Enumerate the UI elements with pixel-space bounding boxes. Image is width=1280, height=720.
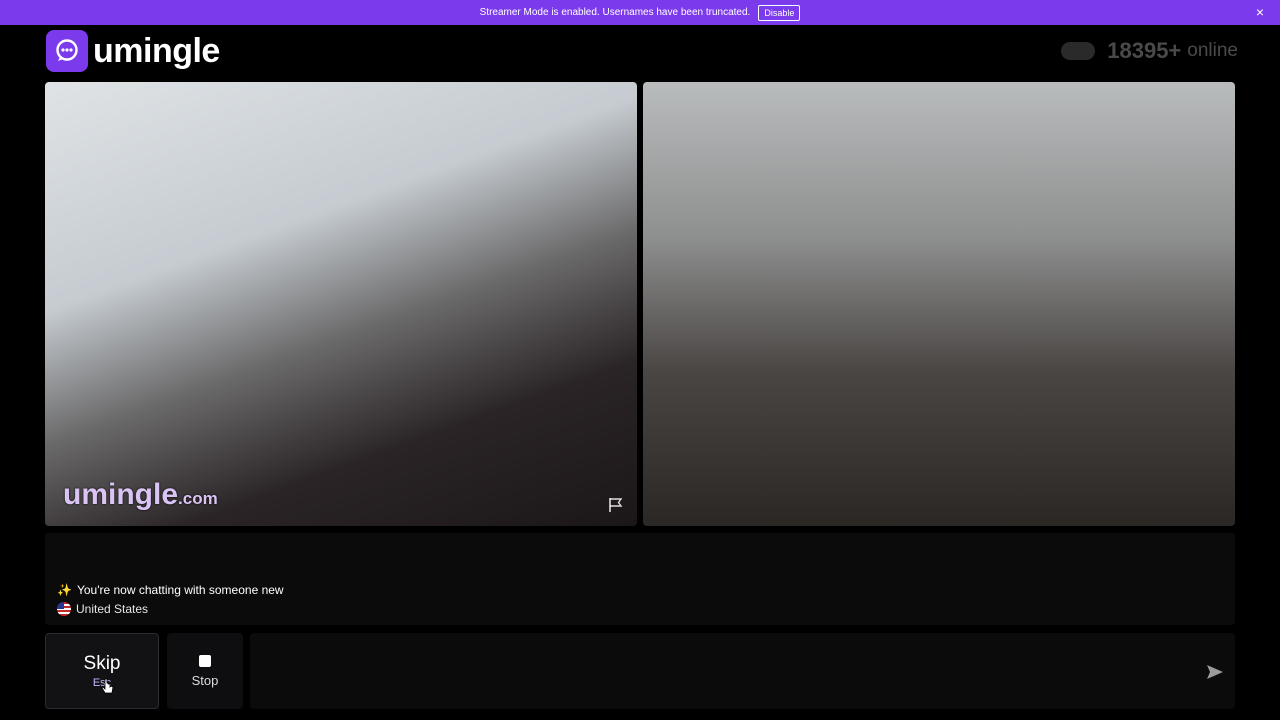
- send-icon[interactable]: [1204, 661, 1226, 683]
- stranger-video: umingle.com: [45, 82, 637, 526]
- stop-button[interactable]: Stop: [167, 633, 243, 709]
- watermark-text: umingle: [63, 478, 179, 511]
- skip-label: Skip: [83, 653, 121, 674]
- streamer-mode-banner: Streamer Mode is enabled. Usernames have…: [0, 0, 1280, 25]
- streamer-toggle[interactable]: [1061, 42, 1096, 60]
- online-count: 18395+: [1107, 38, 1182, 63]
- flag-icon[interactable]: [607, 496, 625, 514]
- mouse-cursor-icon: [101, 678, 114, 694]
- banner-message: Streamer Mode is enabled. Usernames have…: [479, 7, 751, 18]
- chat-status: ✨ You're now chatting with someone new U…: [57, 583, 284, 616]
- stop-label: Stop: [191, 672, 219, 688]
- stop-icon: [199, 654, 211, 667]
- country-text: United States: [76, 602, 149, 616]
- chat-log: ✨ You're now chatting with someone new U…: [45, 533, 1235, 625]
- online-counter: 18395+ online: [1061, 38, 1238, 64]
- sparkle-icon: ✨: [57, 583, 72, 597]
- online-label: online: [1187, 40, 1238, 61]
- video-watermark: umingle.com: [63, 478, 218, 512]
- message-input[interactable]: [250, 633, 1235, 709]
- skip-button[interactable]: Skip Esc: [45, 633, 159, 709]
- close-icon[interactable]: ×: [1252, 4, 1268, 20]
- watermark-suffix: .com: [178, 489, 218, 508]
- disable-streamer-mode-button[interactable]: Disable: [758, 4, 801, 21]
- flag-us-icon: [57, 602, 71, 616]
- status-text: You're now chatting with someone new: [76, 583, 284, 597]
- self-video: [643, 82, 1235, 526]
- chat-bubble-icon: [46, 30, 88, 72]
- brand-name: umingle: [93, 31, 220, 70]
- brand-logo[interactable]: umingle: [46, 30, 220, 72]
